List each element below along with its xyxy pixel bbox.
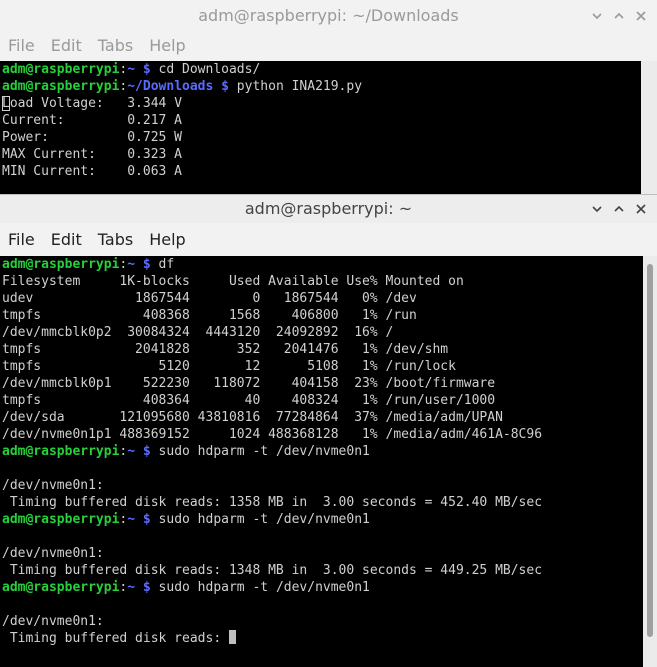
title-bar[interactable]: adm@raspberrypi: ~/Downloads bbox=[0, 0, 657, 31]
terminal-line: adm@raspberrypi:~ $ sudo hdparm -t /dev/… bbox=[0, 443, 643, 460]
text-cursor: L bbox=[2, 96, 10, 111]
terminal-line: tmpfs 408368 1568 406800 1% /run bbox=[0, 307, 643, 324]
output-text: Timing buffered disk reads: bbox=[2, 631, 229, 646]
terminal-line: Current: 0.217 A bbox=[0, 112, 641, 129]
terminal-line: /dev/sda 121095680 43810816 77284864 37%… bbox=[0, 409, 643, 426]
output-text: python INA219.py bbox=[228, 79, 363, 94]
terminal-line: /dev/nvme0n1: bbox=[0, 477, 643, 494]
terminal-line: Timing buffered disk reads: 1358 MB in 3… bbox=[0, 494, 643, 511]
terminal-window-downloads[interactable]: adm@raspberrypi: ~/Downloads File Edit T… bbox=[0, 0, 657, 200]
close-icon[interactable] bbox=[633, 8, 649, 24]
scrollbar[interactable] bbox=[641, 61, 657, 200]
menu-edit[interactable]: Edit bbox=[51, 36, 82, 55]
terminal-line: MIN Current: 0.063 A bbox=[0, 163, 641, 180]
output-text: sudo hdparm -t /dev/nvme0n1 bbox=[150, 444, 370, 459]
output-text: MAX Current: 0.323 A bbox=[2, 147, 183, 162]
prompt-path: ~ $ bbox=[127, 444, 151, 459]
output-text: /dev/nvme0n1: bbox=[2, 546, 104, 561]
output-text: tmpfs 2041828 352 2041476 1% /dev/shm bbox=[2, 342, 449, 357]
terminal-line: /dev/nvme0n1: bbox=[0, 545, 643, 562]
terminal-line: tmpfs 2041828 352 2041476 1% /dev/shm bbox=[0, 341, 643, 358]
prompt-user-host: adm@raspberrypi bbox=[2, 580, 120, 595]
output-text: tmpfs 408364 40 408324 1% /run/user/1000 bbox=[2, 393, 496, 408]
output-text: sudo hdparm -t /dev/nvme0n1 bbox=[150, 512, 370, 527]
terminal-line: MAX Current: 0.323 A bbox=[0, 146, 641, 163]
terminal-line: Load Voltage: 3.344 V bbox=[0, 95, 641, 112]
prompt-user-host: adm@raspberrypi bbox=[2, 444, 120, 459]
prompt-path: ~ $ bbox=[127, 580, 151, 595]
output-text: sudo hdparm -t /dev/nvme0n1 bbox=[150, 580, 370, 595]
terminal-output[interactable]: adm@raspberrypi:~ $ df Filesystem 1K-bloc… bbox=[0, 256, 643, 667]
output-text: Power: 0.725 W bbox=[2, 130, 183, 145]
terminal-line: /dev/mmcblk0p1 522230 118072 404158 23% … bbox=[0, 375, 643, 392]
output-text: Timing buffered disk reads: 1348 MB in 3… bbox=[2, 563, 543, 578]
output-text: cd Downloads/ bbox=[150, 62, 261, 77]
text-cursor bbox=[228, 630, 236, 644]
output-text: oad Voltage: 3.344 V bbox=[9, 96, 183, 111]
menu-bar: File Edit Tabs Help bbox=[0, 31, 657, 60]
menu-tabs[interactable]: Tabs bbox=[98, 230, 133, 249]
output-text: df bbox=[150, 257, 175, 272]
output-text: udev 1867544 0 1867544 0% /dev bbox=[2, 291, 417, 306]
menu-tabs[interactable]: Tabs bbox=[98, 36, 133, 55]
menu-bar: File Edit Tabs Help bbox=[0, 223, 657, 255]
terminal-line: udev 1867544 0 1867544 0% /dev bbox=[0, 290, 643, 307]
maximize-icon[interactable] bbox=[611, 201, 627, 217]
output-text: /dev/sda 121095680 43810816 77284864 37%… bbox=[2, 410, 503, 425]
prompt-path: ~ $ bbox=[127, 62, 151, 77]
title-bar[interactable]: adm@raspberrypi: ~ bbox=[0, 195, 657, 223]
terminal-line: /dev/nvme0n1p1 488369152 1024 488368128 … bbox=[0, 426, 643, 443]
close-icon[interactable] bbox=[633, 201, 649, 217]
prompt-path: ~ $ bbox=[127, 257, 151, 272]
terminal-line: /dev/mmcblk0p2 30084324 4443120 24092892… bbox=[0, 324, 643, 341]
terminal-line: adm@raspberrypi:~/Downloads $ python INA… bbox=[0, 78, 641, 95]
menu-file[interactable]: File bbox=[8, 36, 35, 55]
menu-edit[interactable]: Edit bbox=[51, 230, 82, 249]
scrollbar[interactable] bbox=[643, 256, 657, 667]
minimize-icon[interactable] bbox=[589, 8, 605, 24]
terminal-line: /dev/nvme0n1: bbox=[0, 613, 643, 630]
terminal-line: Power: 0.725 W bbox=[0, 129, 641, 146]
output-text: tmpfs 408368 1568 406800 1% /run bbox=[2, 308, 417, 323]
terminal-line: adm@raspberrypi:~ $ df bbox=[0, 256, 643, 273]
terminal-line: adm@raspberrypi:~ $ cd Downloads/ bbox=[0, 61, 641, 78]
output-text: /dev/mmcblk0p2 30084324 4443120 24092892… bbox=[2, 325, 394, 340]
prompt-user-host: adm@raspberrypi bbox=[2, 79, 120, 94]
terminal-output[interactable]: adm@raspberrypi:~ $ cd Downloads/adm@ras… bbox=[0, 61, 641, 200]
terminal-line: Filesystem 1K-blocks Used Available Use%… bbox=[0, 273, 643, 290]
maximize-icon[interactable] bbox=[611, 8, 627, 24]
output-text: /dev/nvme0n1p1 488369152 1024 488368128 … bbox=[2, 427, 543, 442]
output-text: Current: 0.217 A bbox=[2, 113, 183, 128]
terminal-window-home[interactable]: adm@raspberrypi: ~ File Edit Tabs Help a… bbox=[0, 194, 657, 667]
minimize-icon[interactable] bbox=[589, 201, 605, 217]
window-title: adm@raspberrypi: ~ bbox=[244, 199, 413, 218]
terminal-line: Timing buffered disk reads: bbox=[0, 630, 643, 647]
menu-help[interactable]: Help bbox=[149, 230, 185, 249]
window-title: adm@raspberrypi: ~/Downloads bbox=[198, 6, 459, 25]
menu-file[interactable]: File bbox=[8, 230, 35, 249]
output-text: Timing buffered disk reads: 1358 MB in 3… bbox=[2, 495, 543, 510]
prompt-path: ~/Downloads $ bbox=[127, 79, 229, 94]
output-text: MIN Current: 0.063 A bbox=[2, 164, 183, 179]
prompt-user-host: adm@raspberrypi bbox=[2, 257, 120, 272]
prompt-path: ~ $ bbox=[127, 512, 151, 527]
terminal-line: tmpfs 5120 12 5108 1% /run/lock bbox=[0, 358, 643, 375]
menu-help[interactable]: Help bbox=[149, 36, 185, 55]
output-text: /dev/nvme0n1: bbox=[2, 614, 104, 629]
terminal-line: adm@raspberrypi:~ $ sudo hdparm -t /dev/… bbox=[0, 579, 643, 596]
prompt-user-host: adm@raspberrypi bbox=[2, 62, 120, 77]
scrollbar-thumb[interactable] bbox=[647, 264, 653, 637]
prompt-user-host: adm@raspberrypi bbox=[2, 512, 120, 527]
output-text: tmpfs 5120 12 5108 1% /run/lock bbox=[2, 359, 456, 374]
terminal-line: tmpfs 408364 40 408324 1% /run/user/1000 bbox=[0, 392, 643, 409]
terminal-line: adm@raspberrypi:~ $ sudo hdparm -t /dev/… bbox=[0, 511, 643, 528]
terminal-line: Timing buffered disk reads: 1348 MB in 3… bbox=[0, 562, 643, 579]
output-text: Filesystem 1K-blocks Used Available Use%… bbox=[2, 274, 464, 289]
output-text: /dev/nvme0n1: bbox=[2, 478, 104, 493]
output-text: /dev/mmcblk0p1 522230 118072 404158 23% … bbox=[2, 376, 496, 391]
